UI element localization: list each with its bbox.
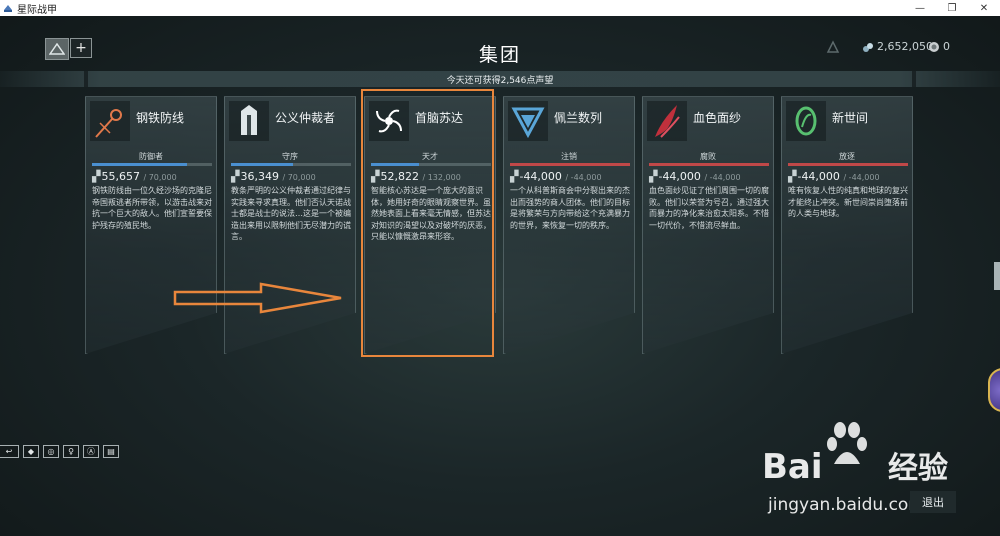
syndicate-card[interactable]: 新世间 放逐 ▞-44,000 / -44,000 唯有恢复人性的纯真和地球的复…: [781, 96, 913, 354]
annotation-arrow-icon: [173, 282, 342, 314]
window-titlebar: 星际战甲 — ❐ ✕: [0, 0, 1000, 16]
maximize-button[interactable]: ❐: [936, 0, 968, 16]
credits-display: 2,652,050: [862, 40, 933, 53]
standing-icon: ▞: [788, 170, 797, 183]
standing-progress-bar: [788, 163, 908, 166]
standing-progress-fill: [231, 163, 294, 166]
close-button[interactable]: ✕: [968, 0, 1000, 16]
app-icon: [4, 5, 12, 12]
red-veil-icon: [647, 101, 687, 141]
minimize-button[interactable]: —: [904, 0, 936, 16]
arbiters-of-hexis-icon: [229, 101, 269, 141]
highlight-box: [361, 89, 494, 357]
credits-value: 2,652,050: [877, 40, 933, 53]
syndicate-name: 钢铁防线: [136, 111, 185, 125]
standing-progress-fill: [510, 163, 630, 166]
steel-meridian-icon: [90, 101, 130, 141]
standing-progress-fill: [788, 163, 908, 166]
standing-progress-fill: [649, 163, 769, 166]
daily-standing-text: 今天还可获得2,546点声望: [446, 75, 554, 86]
bottom-toolbar: ↩ ◆ ◎ ♀ Ⓐ ▤: [0, 445, 119, 458]
syndicate-name: 血色面纱: [693, 111, 742, 125]
standing-progress-bar: [92, 163, 212, 166]
perrin-sequence-icon: [508, 101, 548, 141]
syndicate-rank: 守序: [282, 152, 298, 161]
back-icon[interactable]: ↩: [0, 445, 19, 458]
syndicate-name: 佩兰数列: [554, 111, 603, 125]
platinum-value: 0: [943, 40, 950, 53]
syndicate-description: 唯有恢复人性的纯真和地球的复兴才能终止冲突。新世间崇尚堕落前的人类与地球。: [788, 186, 908, 218]
syndicate-description: 钢铁防线由一位久经沙场的克隆尼帝国叛逃者所带领，以游击战来对抗一个巨大的敌人。他…: [92, 186, 212, 230]
window-title: 星际战甲: [17, 4, 57, 16]
syndicate-description: 血色面纱见证了他们周围一切的腐败。他们以荣誉为号召，通过强大而暴力的净化来治愈太…: [649, 186, 769, 230]
standing-value: ▞-44,000 / -44,000: [788, 170, 880, 183]
standing-icon: ▞: [510, 170, 519, 183]
side-scroll-tab[interactable]: [994, 262, 1000, 290]
list-icon[interactable]: ▤: [103, 445, 119, 458]
page-title: 集团: [478, 44, 521, 66]
standing-value: ▞36,349 / 70,000: [231, 170, 316, 183]
watermark-url: jingyan.baidu.com: [767, 495, 925, 515]
standing-progress-fill: [92, 163, 188, 166]
person-icon[interactable]: ♀: [63, 445, 79, 458]
syndicate-rank: 腐败: [700, 152, 716, 161]
target-icon[interactable]: ◎: [43, 445, 59, 458]
standing-icon: ▞: [231, 170, 240, 183]
syndicate-card[interactable]: 血色面纱 腐败 ▞-44,000 / -44,000 血色面纱见证了他们周围一切…: [642, 96, 774, 354]
shield-icon[interactable]: ◆: [23, 445, 39, 458]
syndicate-rank: 放逐: [839, 152, 855, 161]
standing-icon: ▞: [92, 170, 101, 183]
standing-value: ▞55,657 / 70,000: [92, 170, 177, 183]
new-loka-icon: [786, 101, 826, 141]
daily-standing-strip: 今天还可获得2,546点声望: [0, 71, 1000, 87]
side-menu-orb-button[interactable]: [988, 368, 1000, 412]
platinum-display: 0: [928, 40, 950, 53]
standing-progress-bar: [231, 163, 351, 166]
watermark-brand: Bai: [762, 447, 823, 487]
syndicate-description: 教条严明的公义仲裁者通过纪律与实践来寻求真理。他们否认天诺战士都是战士的说法…这…: [231, 186, 351, 241]
syndicate-card[interactable]: 佩兰数列 注销 ▞-44,000 / -44,000 一个从科普斯商会中分裂出来…: [503, 96, 635, 354]
syndicate-card[interactable]: 钢铁防线 防御者 ▞55,657 / 70,000 钢铁防线由一位久经沙场的克隆…: [85, 96, 217, 354]
standing-value: ▞-44,000 / -44,000: [510, 170, 602, 183]
emblem-icon[interactable]: Ⓐ: [83, 445, 99, 458]
standing-icon: ▞: [649, 170, 658, 183]
syndicate-description: 一个从科普斯商会中分裂出来的杰出而强势的商人团体。他们的目标是将繁荣与方向带给这…: [510, 186, 630, 230]
standing-progress-bar: [649, 163, 769, 166]
watermark-brand-cn: 经验: [888, 451, 948, 486]
top-bar: + 集团 2,652,050 0: [0, 16, 1000, 72]
syndicate-card[interactable]: 公义仲裁者 守序 ▞36,349 / 70,000 教条严明的公义仲裁者通过纪律…: [224, 96, 356, 354]
platinum-icon: [929, 41, 939, 52]
syndicate-rank: 防御者: [139, 152, 163, 161]
syndicate-name: 公义仲裁者: [275, 111, 336, 125]
credits-icon: [863, 42, 873, 52]
standing-value: ▞-44,000 / -44,000: [649, 170, 741, 183]
syndicate-name: 新世间: [832, 111, 869, 125]
exit-button[interactable]: 退出: [910, 491, 956, 513]
syndicate-rank: 注销: [561, 152, 577, 161]
mastery-icon: [826, 40, 840, 53]
standing-progress-bar: [510, 163, 630, 166]
